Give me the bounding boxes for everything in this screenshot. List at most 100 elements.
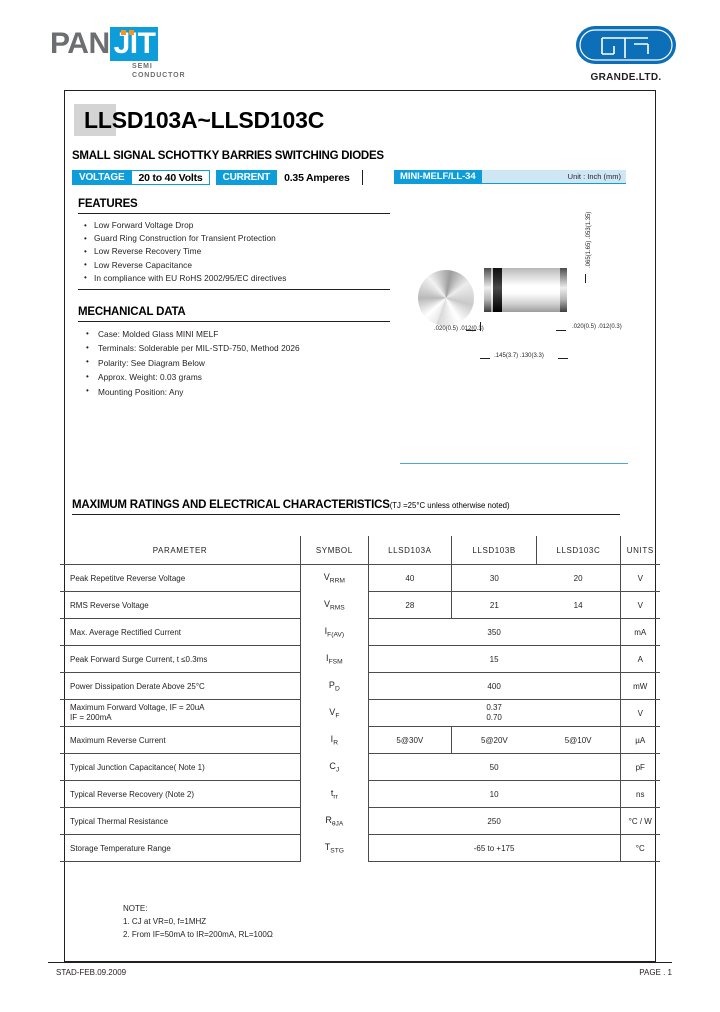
table-row: Power Dissipation Derate Above 25°C PD 4…: [60, 672, 660, 700]
footer-divider: [48, 962, 672, 963]
column-header-parameter: PARAMETER: [60, 536, 301, 565]
table-row: RMS Reverse Voltage VRMS 28 21 14 V: [60, 591, 660, 619]
row-units: V: [619, 699, 660, 727]
table-row: Peak Repetitve Reverse Voltage VRRM 40 3…: [60, 564, 660, 592]
row-parameter: Max. Average Rectified Current: [60, 618, 301, 646]
row-value-a: 28: [367, 591, 452, 619]
package-bar: MINI-MELF/LL-34 Unit : Inch (mm): [394, 169, 626, 184]
row-units: °C: [619, 834, 660, 862]
row-value-b: 30: [450, 564, 537, 592]
mechanical-title: MECHANICAL DATA: [78, 306, 390, 322]
current-label: CURRENT: [215, 170, 278, 185]
table-row: Peak Forward Surge Current, t ≤0.3ms IFS…: [60, 645, 660, 673]
terminal-band-right: [560, 268, 567, 312]
row-value-span: 0.37 0.70: [367, 699, 621, 727]
voltage-label: VOLTAGE: [72, 170, 132, 185]
row-value-span: -65 to +175: [367, 834, 621, 862]
ratings-heading-text: MAXIMUM RATINGS AND ELECTRICAL CHARACTER…: [72, 499, 390, 511]
features-list: Low Forward Voltage Drop Guard Ring Cons…: [78, 214, 390, 289]
row-units: A: [619, 645, 660, 673]
ratings-heading-block: MAXIMUM RATINGS AND ELECTRICAL CHARACTER…: [72, 499, 620, 515]
row-symbol: trr: [301, 781, 369, 808]
panjit-logo: PAN JIT SEMI CONDUCTOR: [50, 27, 290, 80]
row-parameter: Maximum Reverse Current: [60, 726, 301, 754]
features-section: FEATURES Low Forward Voltage Drop Guard …: [78, 198, 390, 291]
row-parameter: Typical Reverse Recovery (Note 2): [60, 780, 301, 808]
list-item: Approx. Weight: 0.03 grams: [78, 370, 390, 385]
section-divider-rule: [400, 463, 628, 464]
symbol-subscript: RRM: [329, 577, 345, 585]
panjit-subtitle: SEMI CONDUCTOR: [132, 62, 290, 80]
symbol-subscript: RMS: [329, 604, 345, 612]
package-name-label: MINI-MELF/LL-34: [394, 169, 482, 184]
page-title: LLSD103A~LLSD103C: [74, 104, 324, 138]
dimension-left-label: .020(0.5) .012(0.3): [434, 326, 484, 332]
panjit-subtitle-line2: CONDUCTOR: [132, 72, 186, 79]
note-item: 2. From IF=50mA to IR=200mA, RL=100Ω: [123, 930, 273, 939]
row-symbol: RθJA: [301, 808, 369, 835]
row-value-b: 21: [450, 591, 537, 619]
spec-bar: VOLTAGE 20 to 40 Volts CURRENT 0.35 Ampe…: [72, 170, 363, 185]
list-item: Low Reverse Recovery Time: [78, 245, 390, 258]
table-row: Typical Thermal Resistance RθJA 250 °C /…: [60, 807, 660, 835]
grande-name-label: GRANDE.LTD.: [590, 72, 662, 83]
symbol-subscript: rr: [333, 793, 338, 801]
row-value-a: 40: [367, 564, 452, 592]
column-header-llsd103a: LLSD103A: [367, 536, 452, 565]
row-symbol: VRMS: [301, 592, 369, 619]
row-symbol: PD: [301, 673, 369, 700]
terminal-band-left: [484, 268, 491, 312]
table-body: Peak Repetitve Reverse Voltage VRRM 40 3…: [60, 564, 660, 862]
row-symbol: IF(AV): [301, 619, 369, 646]
symbol-subscript: R: [333, 739, 338, 747]
column-header-llsd103c: LLSD103C: [536, 536, 621, 565]
page-number: PAGE . 1: [639, 968, 672, 977]
row-value-span: 10: [367, 780, 621, 808]
row-units: ns: [619, 780, 660, 808]
dimension-length-label: .145(3.7) .130(3.3): [494, 353, 544, 359]
notes-block: NOTE: 1. CJ at VR=0, f=1MHZ 2. From IF=5…: [123, 902, 273, 941]
voltage-value: 20 to 40 Volts: [131, 170, 210, 185]
table-row: Maximum Reverse Current IR 5@30V 5@20V 5…: [60, 726, 660, 754]
row-units: V: [619, 591, 660, 619]
row-value-span: 350: [367, 618, 621, 646]
list-item: Low Reverse Capacitance: [78, 258, 390, 272]
dim-leader-bottom-right: [558, 358, 568, 359]
list-item: Polarity: See Diagram Below: [78, 355, 390, 370]
row-symbol: TSTG: [301, 835, 369, 862]
symbol-subscript: J: [335, 766, 340, 774]
row-value-c: 14: [536, 591, 621, 619]
mechanical-data-section: MECHANICAL DATA Case: Molded Glass MINI …: [78, 306, 390, 403]
column-header-symbol: SYMBOL: [300, 536, 369, 565]
row-symbol: IR: [301, 727, 369, 754]
dimension-right-label: .020(0.5) .012(0.3): [572, 324, 622, 330]
panjit-pan-text: PAN: [50, 27, 110, 60]
row-value-span: 250: [367, 807, 621, 835]
row-parameter: Typical Thermal Resistance: [60, 807, 301, 835]
features-title: FEATURES: [78, 198, 390, 214]
note-item: 1. CJ at VR=0, f=1MHZ: [123, 917, 207, 926]
grande-logo: GRANDE.LTD.: [570, 24, 682, 83]
row-symbol: VRRM: [301, 565, 369, 592]
column-header-llsd103b: LLSD103B: [450, 536, 538, 565]
page-header-strip: PAN JIT SEMI CONDUCTOR GRANDE.LTD.: [0, 0, 720, 88]
table-row: Maximum Forward Voltage, IF = 20uA IF = …: [60, 699, 660, 727]
spec-divider: [361, 170, 363, 185]
grande-emblem-icon: [576, 26, 676, 64]
product-subtitle: SMALL SIGNAL SCHOTTKY BARRIES SWITCHING …: [72, 150, 384, 162]
part-number-title: LLSD103A~LLSD103C: [84, 107, 325, 133]
panjit-wordmark: PAN JIT: [50, 27, 290, 61]
cathode-band: [493, 268, 502, 312]
package-outline-drawing: .020(0.5) .012(0.3) .020(0.5) .012(0.3) …: [400, 212, 640, 390]
list-item: Case: Molded Glass MINI MELF: [78, 326, 390, 341]
table-row: Max. Average Rectified Current IF(AV) 35…: [60, 618, 660, 646]
current-value: 0.35 Amperes: [284, 171, 350, 184]
panjit-jit-text: JIT: [109, 27, 159, 61]
row-parameter: RMS Reverse Voltage: [60, 591, 301, 619]
features-bottom-rule: [78, 289, 390, 291]
symbol-subscript: θJA: [331, 820, 344, 828]
row-parameter: Peak Forward Surge Current, t ≤0.3ms: [60, 645, 301, 673]
table-row: Storage Temperature Range TSTG -65 to +1…: [60, 834, 660, 862]
table-header-row: PARAMETER SYMBOL LLSD103A LLSD103B LLSD1…: [60, 536, 660, 565]
row-units: µA: [619, 726, 660, 754]
